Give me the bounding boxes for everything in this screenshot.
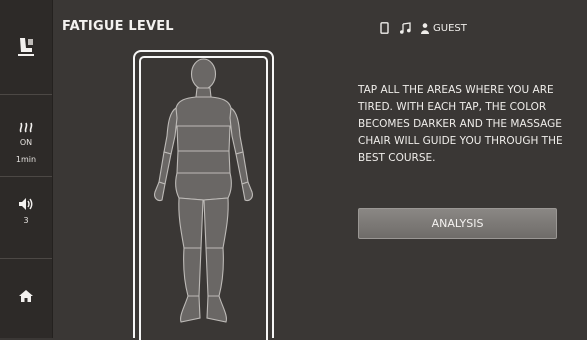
music-icon bbox=[400, 22, 411, 34]
status-bar: GUEST bbox=[380, 21, 467, 35]
massage-chair-icon bbox=[18, 38, 34, 56]
user-icon bbox=[421, 22, 429, 34]
massage-chair-button[interactable] bbox=[0, 36, 52, 66]
user-indicator: GUEST bbox=[421, 23, 467, 34]
volume-control[interactable]: 3 bbox=[0, 196, 52, 226]
sidebar-divider bbox=[0, 94, 52, 95]
speaker-icon bbox=[19, 198, 33, 210]
body-zone-left-thigh[interactable] bbox=[178, 197, 204, 249]
body-zone-right-foot[interactable] bbox=[206, 295, 227, 323]
body-zone-head[interactable] bbox=[190, 58, 217, 90]
phone-icon bbox=[380, 22, 389, 34]
body-zone-lower-back[interactable] bbox=[176, 150, 231, 174]
home-button[interactable] bbox=[0, 288, 52, 307]
body-map[interactable] bbox=[140, 56, 267, 338]
sidebar-divider bbox=[0, 258, 52, 259]
instructions-text: TAP ALL THE AREAS WHERE YOU ARE TIRED. W… bbox=[358, 84, 563, 164]
body-zone-left-calf[interactable] bbox=[183, 247, 202, 297]
body-zone-right-calf[interactable] bbox=[205, 247, 224, 297]
body-zone-neck[interactable] bbox=[195, 87, 212, 98]
body-zone-right-hand[interactable] bbox=[241, 181, 253, 202]
body-zone-left-forearm[interactable] bbox=[158, 151, 172, 185]
body-zone-right-thigh[interactable] bbox=[203, 197, 229, 249]
body-zone-shoulders[interactable] bbox=[175, 96, 232, 127]
analysis-button[interactable]: ANALYSIS bbox=[358, 208, 557, 239]
heat-toggle[interactable]: ON 1min bbox=[0, 118, 52, 165]
body-zone-hips[interactable] bbox=[175, 172, 232, 201]
body-zone-left-foot[interactable] bbox=[180, 295, 201, 323]
heat-status: ON bbox=[19, 138, 33, 147]
body-zone-right-upper-arm[interactable] bbox=[229, 107, 244, 155]
body-zone-right-forearm[interactable] bbox=[235, 151, 249, 185]
volume-level: 3 bbox=[23, 216, 29, 225]
heat-duration: 1min bbox=[15, 155, 37, 164]
page-title: FATIGUE LEVEL bbox=[62, 19, 174, 34]
sidebar-divider bbox=[0, 176, 52, 177]
user-label: GUEST bbox=[433, 22, 467, 34]
body-zone-upper-back[interactable] bbox=[176, 125, 231, 152]
home-icon bbox=[19, 290, 33, 302]
body-zone-left-hand[interactable] bbox=[154, 181, 166, 202]
heat-icon bbox=[19, 122, 33, 133]
body-zone-left-upper-arm[interactable] bbox=[163, 107, 178, 155]
sidebar: ON 1min 3 bbox=[0, 0, 53, 338]
